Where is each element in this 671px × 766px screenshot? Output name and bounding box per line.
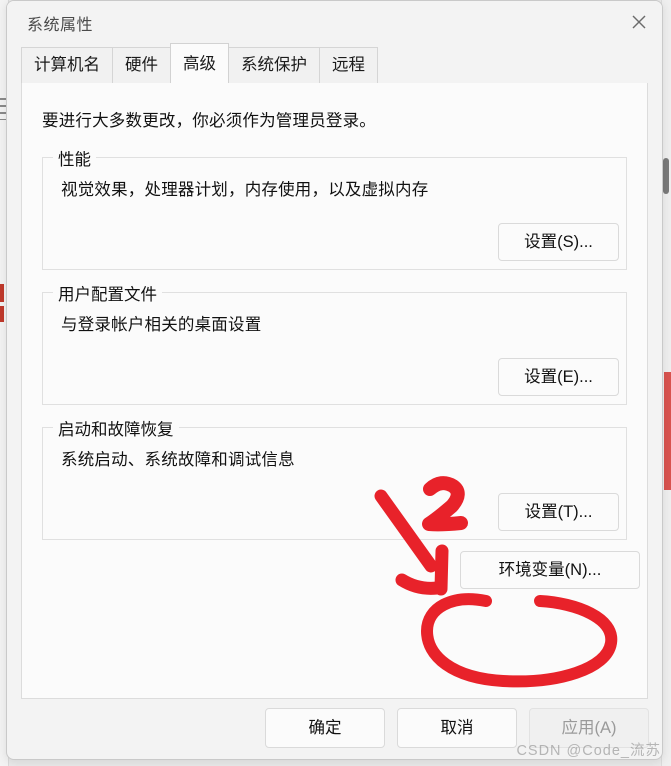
user-profiles-group-legend: 用户配置文件 [53,281,162,305]
system-properties-dialog: 系统属性 计算机名 硬件 高级 系统保护 远程 要进行大多数更改，你必须作为管理… [6,0,663,760]
watermark: CSDN @Code_流苏 [516,743,661,759]
ok-button[interactable]: 确定 [265,708,385,748]
tab-computer-name[interactable]: 计算机名 [21,47,113,83]
close-button[interactable] [616,1,662,43]
startup-recovery-settings-button[interactable]: 设置(T)... [498,493,619,531]
performance-description: 视觉效果，处理器计划，内存使用，以及虚拟内存 [61,181,429,199]
background-right-scrollbar [663,158,669,194]
performance-settings-button[interactable]: 设置(S)... [498,223,619,261]
background-left-red-mark-1 [0,284,4,302]
tab-advanced[interactable]: 高级 [170,43,229,83]
close-icon [630,13,648,31]
tab-hardware[interactable]: 硬件 [112,47,171,83]
titlebar: 系统属性 [7,1,662,45]
tab-remote[interactable]: 远程 [319,47,378,83]
startup-recovery-group-legend: 启动和故障恢复 [53,416,179,440]
user-profiles-group: 用户配置文件 与登录帐户相关的桌面设置 设置(E)... [42,281,627,405]
performance-group: 性能 视觉效果，处理器计划，内存使用，以及虚拟内存 设置(S)... [42,146,627,270]
cancel-button[interactable]: 取消 [397,708,517,748]
admin-note: 要进行大多数更改，你必须作为管理员登录。 [42,112,376,130]
window-title: 系统属性 [27,17,94,34]
performance-group-legend: 性能 [53,146,96,170]
environment-variables-button[interactable]: 环境变量(N)... [460,551,640,589]
user-profiles-settings-button[interactable]: 设置(E)... [498,358,619,396]
advanced-tab-pane: 要进行大多数更改，你必须作为管理员登录。 性能 视觉效果，处理器计划，内存使用，… [21,83,648,699]
startup-recovery-group: 启动和故障恢复 系统启动、系统故障和调试信息 设置(T)... [42,416,627,540]
tab-strip: 计算机名 硬件 高级 系统保护 远程 [7,43,662,83]
background-right-red-mark [664,372,671,490]
tab-system-protection[interactable]: 系统保护 [228,47,320,83]
background-left-red-mark-2 [0,306,4,322]
